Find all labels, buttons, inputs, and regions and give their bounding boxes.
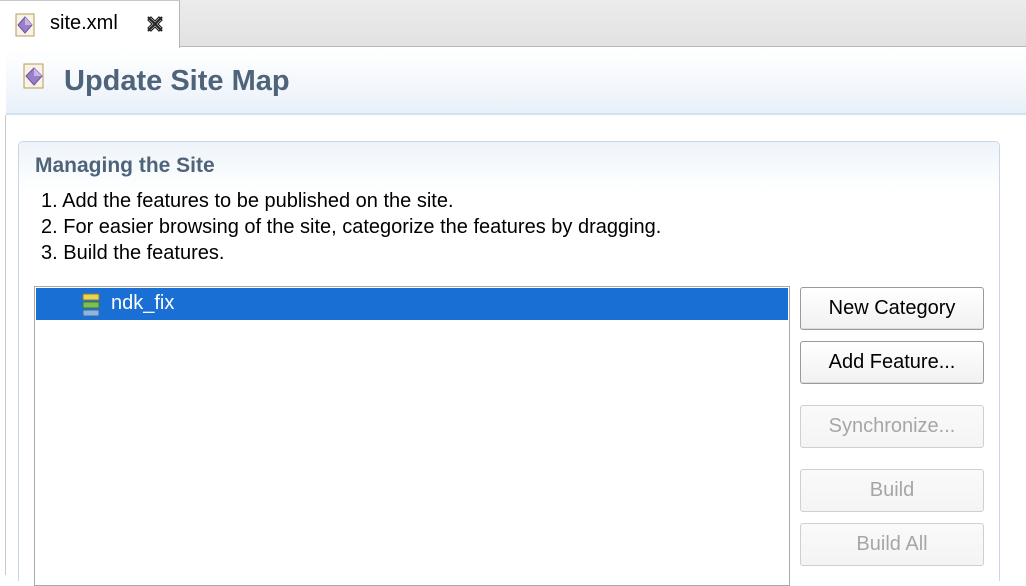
update-site-icon — [23, 63, 44, 89]
build-button[interactable]: Build — [800, 469, 984, 512]
instruction-step: 1. Add the features to be published on t… — [41, 190, 454, 212]
section-title-bar: Managing the Site — [19, 142, 999, 194]
feature-tree[interactable]: ndk_fix — [34, 286, 790, 586]
editor-tab-strip: site.xml — [0, 0, 1026, 48]
page-title: Update Site Map — [64, 65, 290, 97]
section-title: Managing the Site — [35, 154, 215, 177]
instruction-step: 3. Build the features. — [41, 242, 225, 264]
form-header: Update Site Map — [6, 48, 1026, 115]
close-icon[interactable] — [144, 13, 166, 35]
tree-item-ndk-fix[interactable]: ndk_fix — [36, 288, 788, 320]
tree-item-label: ndk_fix — [111, 292, 175, 314]
xml-file-icon — [15, 13, 35, 37]
instruction-step: 2. For easier browsing of the site, cate… — [41, 216, 662, 238]
tab-label: site.xml — [50, 12, 118, 34]
instruction-list: 1. Add the features to be published on t… — [41, 188, 661, 266]
tab-site-xml[interactable]: site.xml — [0, 0, 180, 48]
new-category-button[interactable]: New Category — [800, 287, 984, 330]
synchronize-button[interactable]: Synchronize... — [800, 405, 984, 448]
editor-left-border — [5, 115, 6, 575]
add-feature-button[interactable]: Add Feature... — [800, 341, 984, 384]
build-all-button[interactable]: Build All — [800, 523, 984, 566]
feature-icon — [82, 293, 100, 317]
